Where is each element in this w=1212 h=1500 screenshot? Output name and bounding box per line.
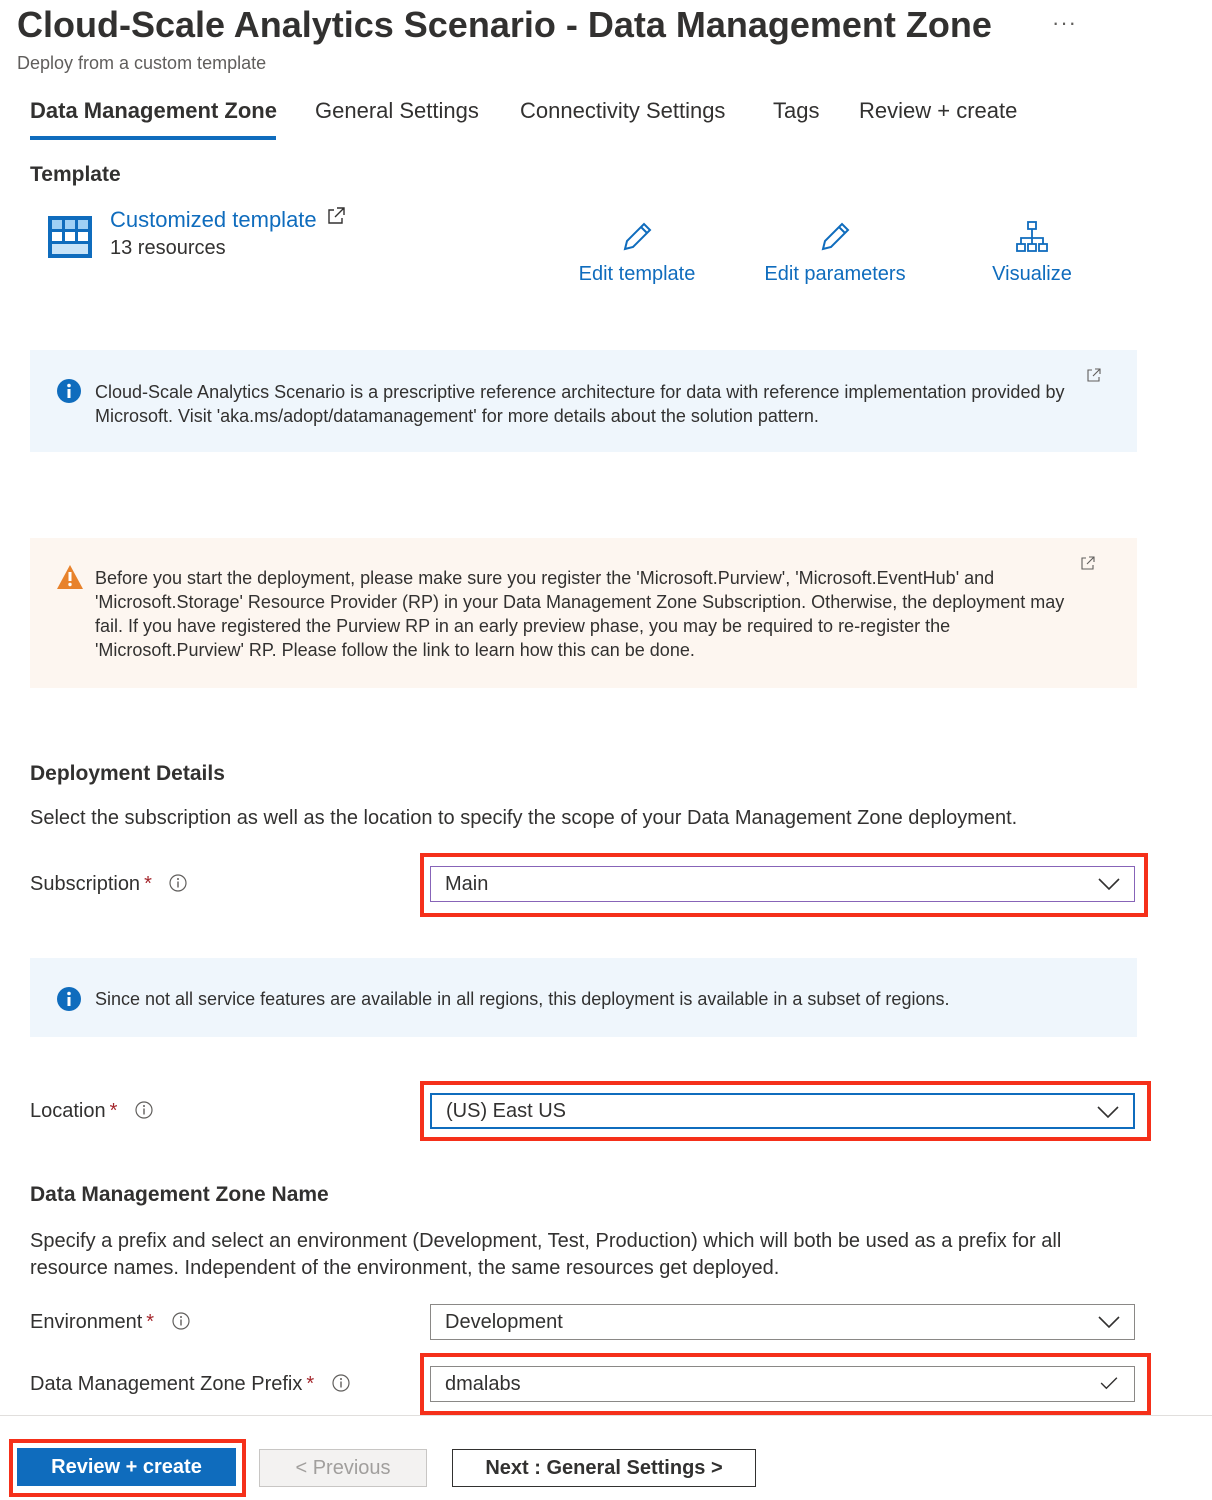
environment-label: Environment * [30, 1311, 190, 1334]
template-heading: Template [30, 163, 121, 186]
visualize-button[interactable]: Visualize [947, 220, 1117, 286]
prefix-label: Data Management Zone Prefix * [30, 1373, 350, 1396]
tab-review-create[interactable]: Review + create [859, 98, 1017, 124]
location-dropdown[interactable]: (US) East US [430, 1093, 1135, 1129]
location-value: (US) East US [446, 1100, 567, 1122]
info-tooltip-icon[interactable] [135, 1101, 153, 1119]
tab-tags[interactable]: Tags [773, 98, 819, 124]
chevron-down-icon [1098, 878, 1120, 891]
page-subtitle: Deploy from a custom template [17, 53, 267, 73]
info-banner: Cloud-Scale Analytics Scenario is a pres… [30, 350, 1137, 452]
pencil-icon [623, 222, 652, 251]
environment-dropdown[interactable]: Development [430, 1304, 1135, 1340]
edit-template-label: Edit template [578, 263, 696, 285]
previous-button: < Previous [259, 1449, 427, 1487]
edit-parameters-label: Edit parameters [764, 263, 906, 285]
prefix-input[interactable]: dmalabs [430, 1366, 1135, 1402]
location-label: Location * [30, 1100, 153, 1123]
prefix-label-text: Data Management Zone Prefix [30, 1373, 303, 1395]
dmz-name-description: Specify a prefix and select an environme… [30, 1230, 1062, 1279]
more-options-icon[interactable]: ··· [1052, 10, 1077, 36]
external-link-icon[interactable] [1087, 368, 1101, 382]
visualize-label: Visualize [992, 263, 1072, 285]
page-title: Cloud-Scale Analytics Scenario - Data Ma… [17, 4, 992, 45]
checkmark-icon [1100, 1377, 1118, 1390]
edit-parameters-button[interactable]: Edit parameters [750, 220, 920, 286]
resource-count: 13 resources [110, 237, 226, 259]
edit-template-button[interactable]: Edit template [552, 220, 722, 286]
hierarchy-icon [1016, 221, 1048, 252]
prefix-value: dmalabs [445, 1373, 521, 1395]
required-asterisk: * [109, 1100, 118, 1122]
tab-data-management-zone[interactable]: Data Management Zone [30, 98, 277, 124]
subscription-dropdown[interactable]: Main [430, 866, 1135, 902]
info-tooltip-icon[interactable] [172, 1312, 190, 1330]
subscription-label-text: Subscription [30, 873, 141, 895]
customized-template-link[interactable]: Customized template [110, 207, 345, 233]
info-icon [57, 379, 81, 403]
info-tooltip-icon[interactable] [332, 1374, 350, 1392]
next-general-settings-button[interactable]: Next : General Settings > [452, 1449, 756, 1487]
footer-divider [0, 1415, 1212, 1416]
location-label-text: Location [30, 1100, 106, 1122]
dmz-name-heading: Data Management Zone Name [30, 1183, 329, 1206]
subscription-label: Subscription * [30, 873, 188, 896]
warning-icon [57, 565, 83, 589]
required-asterisk: * [306, 1373, 315, 1395]
chevron-down-icon [1097, 1106, 1119, 1119]
info-tooltip-icon[interactable] [169, 874, 188, 892]
warning-banner-text: Before you start the deployment, please … [95, 568, 1065, 660]
required-asterisk: * [146, 1311, 155, 1333]
external-link-icon[interactable] [1081, 556, 1095, 570]
required-asterisk: * [144, 873, 152, 895]
deployment-details-description: Select the subscription as well as the l… [30, 807, 1018, 829]
tab-general-settings[interactable]: General Settings [315, 98, 479, 124]
environment-label-text: Environment [30, 1311, 143, 1333]
environment-value: Development [445, 1311, 563, 1333]
customized-template-label: Customized template [110, 207, 317, 232]
tab-connectivity-settings[interactable]: Connectivity Settings [520, 98, 725, 124]
external-link-icon [328, 207, 345, 224]
active-tab-indicator [30, 136, 276, 140]
info-banner-text: Cloud-Scale Analytics Scenario is a pres… [95, 382, 1065, 426]
warning-banner: Before you start the deployment, please … [30, 538, 1137, 688]
regions-info-banner: Since not all service features are avail… [30, 958, 1137, 1037]
info-icon [57, 987, 81, 1011]
template-grid-icon [48, 216, 92, 258]
pencil-icon [821, 222, 850, 251]
deployment-details-heading: Deployment Details [30, 762, 225, 785]
regions-info-text: Since not all service features are avail… [95, 989, 950, 1009]
chevron-down-icon [1098, 1316, 1120, 1329]
review-create-button[interactable]: Review + create [17, 1448, 236, 1486]
subscription-value: Main [445, 873, 489, 895]
